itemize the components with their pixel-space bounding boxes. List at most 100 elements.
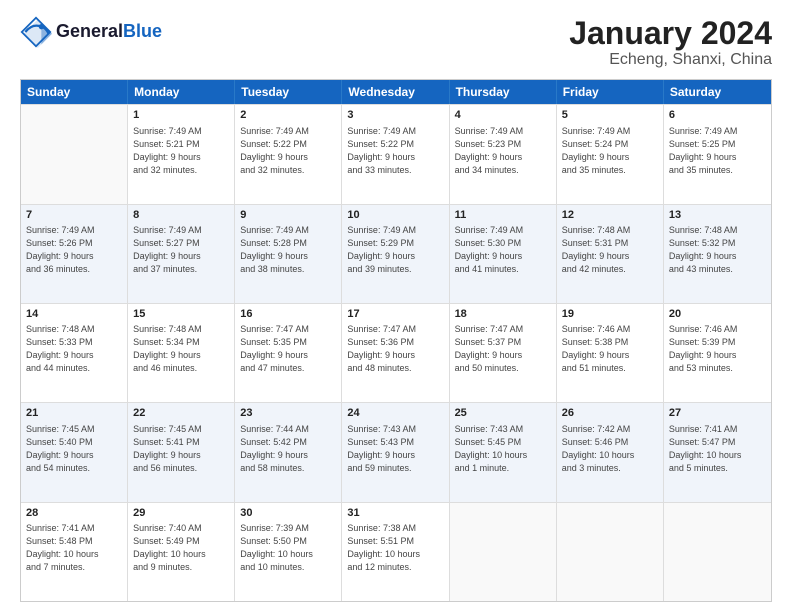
calendar-cell: 25 Sunrise: 7:43 AM Sunset: 5:45 PM Dayli… (450, 403, 557, 501)
cell-date-number: 24 (347, 406, 443, 421)
calendar-cell: 12Sunrise: 7:48 AM Sunset: 5:31 PM Dayli… (557, 205, 664, 303)
calendar-cell: 22 Sunrise: 7:45 AM Sunset: 5:41 PM Dayli… (128, 403, 235, 501)
cell-info-text: Sunrise: 7:48 AM Sunset: 5:34 PM Dayligh… (133, 323, 229, 375)
calendar-header-row: SundayMondayTuesdayWednesdayThursdayFrid… (21, 80, 771, 104)
cell-info-text: Sunrise: 7:41 AM Sunset: 5:47 PM Dayligh… (669, 423, 766, 475)
calendar-cell: 26 Sunrise: 7:42 AM Sunset: 5:46 PM Dayli… (557, 403, 664, 501)
calendar-cell: 15Sunrise: 7:48 AM Sunset: 5:34 PM Dayli… (128, 304, 235, 402)
calendar-row-3: 21 Sunrise: 7:45 AM Sunset: 5:40 PM Dayli… (21, 402, 771, 501)
calendar-cell: 16Sunrise: 7:47 AM Sunset: 5:35 PM Dayli… (235, 304, 342, 402)
cell-date-number: 8 (133, 208, 229, 223)
calendar-header-thursday: Thursday (450, 80, 557, 104)
calendar-subtitle: Echeng, Shanxi, China (569, 51, 772, 69)
cell-info-text: Sunrise: 7:41 AM Sunset: 5:48 PM Dayligh… (26, 522, 122, 574)
calendar-cell (664, 503, 771, 601)
cell-info-text: Sunrise: 7:49 AM Sunset: 5:24 PM Dayligh… (562, 125, 658, 177)
calendar-cell: 28Sunrise: 7:41 AM Sunset: 5:48 PM Dayli… (21, 503, 128, 601)
calendar-cell: 8Sunrise: 7:49 AM Sunset: 5:27 PM Daylig… (128, 205, 235, 303)
calendar-cell: 19Sunrise: 7:46 AM Sunset: 5:38 PM Dayli… (557, 304, 664, 402)
calendar-title: January 2024 (569, 16, 772, 51)
calendar-cell: 21 Sunrise: 7:45 AM Sunset: 5:40 PM Dayli… (21, 403, 128, 501)
calendar-cell: 5 Sunrise: 7:49 AM Sunset: 5:24 PM Daylig… (557, 105, 664, 203)
cell-date-number: 23 (240, 406, 336, 421)
calendar-cell: 18Sunrise: 7:47 AM Sunset: 5:37 PM Dayli… (450, 304, 557, 402)
cell-date-number: 18 (455, 307, 551, 322)
cell-info-text: Sunrise: 7:48 AM Sunset: 5:33 PM Dayligh… (26, 323, 122, 375)
cell-date-number: 22 (133, 406, 229, 421)
calendar-cell: 17Sunrise: 7:47 AM Sunset: 5:36 PM Dayli… (342, 304, 449, 402)
cell-date-number: 2 (240, 108, 336, 123)
cell-info-text: Sunrise: 7:49 AM Sunset: 5:29 PM Dayligh… (347, 224, 443, 276)
cell-info-text: Sunrise: 7:47 AM Sunset: 5:35 PM Dayligh… (240, 323, 336, 375)
cell-info-text: Sunrise: 7:45 AM Sunset: 5:41 PM Dayligh… (133, 423, 229, 475)
calendar-row-4: 28Sunrise: 7:41 AM Sunset: 5:48 PM Dayli… (21, 502, 771, 601)
calendar-header-friday: Friday (557, 80, 664, 104)
calendar-cell: 23 Sunrise: 7:44 AM Sunset: 5:42 PM Dayli… (235, 403, 342, 501)
cell-info-text: Sunrise: 7:49 AM Sunset: 5:28 PM Dayligh… (240, 224, 336, 276)
calendar-cell: 1 Sunrise: 7:49 AM Sunset: 5:21 PM Daylig… (128, 105, 235, 203)
cell-date-number: 29 (133, 506, 229, 521)
cell-info-text: Sunrise: 7:39 AM Sunset: 5:50 PM Dayligh… (240, 522, 336, 574)
cell-date-number: 31 (347, 506, 443, 521)
cell-date-number: 25 (455, 406, 551, 421)
cell-info-text: Sunrise: 7:46 AM Sunset: 5:38 PM Dayligh… (562, 323, 658, 375)
calendar-cell: 2Sunrise: 7:49 AM Sunset: 5:22 PM Daylig… (235, 105, 342, 203)
cell-date-number: 26 (562, 406, 658, 421)
cell-date-number: 11 (455, 208, 551, 223)
cell-date-number: 14 (26, 307, 122, 322)
cell-info-text: Sunrise: 7:38 AM Sunset: 5:51 PM Dayligh… (347, 522, 443, 574)
cell-info-text: Sunrise: 7:45 AM Sunset: 5:40 PM Dayligh… (26, 423, 122, 475)
cell-info-text: Sunrise: 7:49 AM Sunset: 5:27 PM Dayligh… (133, 224, 229, 276)
calendar-body: 1 Sunrise: 7:49 AM Sunset: 5:21 PM Daylig… (21, 104, 771, 601)
page: GeneralBlue January 2024 Echeng, Shanxi,… (0, 0, 792, 612)
cell-date-number: 13 (669, 208, 766, 223)
calendar-cell: 29Sunrise: 7:40 AM Sunset: 5:49 PM Dayli… (128, 503, 235, 601)
cell-info-text: Sunrise: 7:46 AM Sunset: 5:39 PM Dayligh… (669, 323, 766, 375)
cell-date-number: 3 (347, 108, 443, 123)
cell-date-number: 19 (562, 307, 658, 322)
cell-info-text: Sunrise: 7:49 AM Sunset: 5:22 PM Dayligh… (347, 125, 443, 177)
calendar-cell: 27 Sunrise: 7:41 AM Sunset: 5:47 PM Dayli… (664, 403, 771, 501)
cell-info-text: Sunrise: 7:43 AM Sunset: 5:45 PM Dayligh… (455, 423, 551, 475)
calendar-cell: 10Sunrise: 7:49 AM Sunset: 5:29 PM Dayli… (342, 205, 449, 303)
cell-date-number: 20 (669, 307, 766, 322)
calendar-cell: 20Sunrise: 7:46 AM Sunset: 5:39 PM Dayli… (664, 304, 771, 402)
cell-info-text: Sunrise: 7:49 AM Sunset: 5:21 PM Dayligh… (133, 125, 229, 177)
cell-date-number: 9 (240, 208, 336, 223)
calendar-cell: 11Sunrise: 7:49 AM Sunset: 5:30 PM Dayli… (450, 205, 557, 303)
calendar-cell: 31Sunrise: 7:38 AM Sunset: 5:51 PM Dayli… (342, 503, 449, 601)
cell-info-text: Sunrise: 7:49 AM Sunset: 5:25 PM Dayligh… (669, 125, 766, 177)
calendar-cell: 30Sunrise: 7:39 AM Sunset: 5:50 PM Dayli… (235, 503, 342, 601)
cell-date-number: 6 (669, 108, 766, 123)
cell-info-text: Sunrise: 7:40 AM Sunset: 5:49 PM Dayligh… (133, 522, 229, 574)
calendar-row-1: 7Sunrise: 7:49 AM Sunset: 5:26 PM Daylig… (21, 204, 771, 303)
calendar-cell: 4Sunrise: 7:49 AM Sunset: 5:23 PM Daylig… (450, 105, 557, 203)
cell-info-text: Sunrise: 7:43 AM Sunset: 5:43 PM Dayligh… (347, 423, 443, 475)
cell-info-text: Sunrise: 7:48 AM Sunset: 5:32 PM Dayligh… (669, 224, 766, 276)
calendar-cell: 24 Sunrise: 7:43 AM Sunset: 5:43 PM Dayli… (342, 403, 449, 501)
calendar: SundayMondayTuesdayWednesdayThursdayFrid… (20, 79, 772, 602)
calendar-cell (557, 503, 664, 601)
calendar-row-2: 14Sunrise: 7:48 AM Sunset: 5:33 PM Dayli… (21, 303, 771, 402)
cell-info-text: Sunrise: 7:49 AM Sunset: 5:30 PM Dayligh… (455, 224, 551, 276)
logo-text-block: GeneralBlue (56, 22, 162, 42)
cell-date-number: 5 (562, 108, 658, 123)
cell-date-number: 10 (347, 208, 443, 223)
cell-info-text: Sunrise: 7:44 AM Sunset: 5:42 PM Dayligh… (240, 423, 336, 475)
cell-info-text: Sunrise: 7:49 AM Sunset: 5:23 PM Dayligh… (455, 125, 551, 177)
cell-info-text: Sunrise: 7:42 AM Sunset: 5:46 PM Dayligh… (562, 423, 658, 475)
cell-date-number: 15 (133, 307, 229, 322)
cell-date-number: 7 (26, 208, 122, 223)
cell-date-number: 28 (26, 506, 122, 521)
title-block: January 2024 Echeng, Shanxi, China (569, 16, 772, 69)
cell-date-number: 1 (133, 108, 229, 123)
calendar-header-tuesday: Tuesday (235, 80, 342, 104)
cell-info-text: Sunrise: 7:47 AM Sunset: 5:36 PM Dayligh… (347, 323, 443, 375)
cell-date-number: 27 (669, 406, 766, 421)
calendar-cell: 3 Sunrise: 7:49 AM Sunset: 5:22 PM Daylig… (342, 105, 449, 203)
calendar-header-wednesday: Wednesday (342, 80, 449, 104)
cell-date-number: 21 (26, 406, 122, 421)
calendar-cell (21, 105, 128, 203)
header: GeneralBlue January 2024 Echeng, Shanxi,… (20, 16, 772, 69)
cell-info-text: Sunrise: 7:48 AM Sunset: 5:31 PM Dayligh… (562, 224, 658, 276)
